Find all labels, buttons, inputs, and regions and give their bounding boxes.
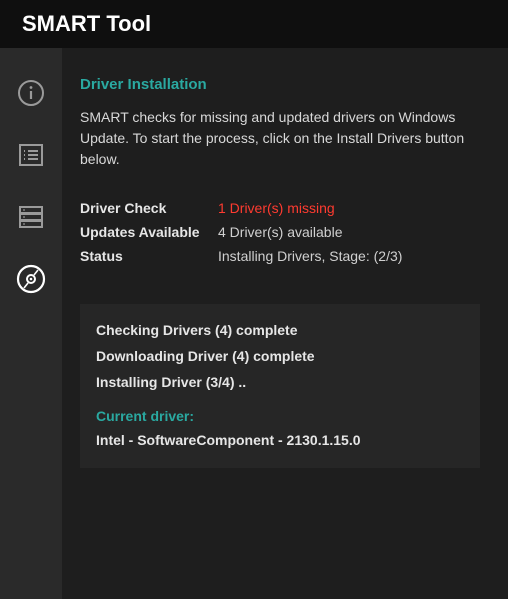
current-driver-value: Intel - SoftwareComponent - 2130.1.15.0	[96, 432, 464, 448]
info-icon	[16, 78, 46, 113]
description-text: SMART checks for missing and updated dri…	[80, 107, 480, 170]
sidebar-item-storage[interactable]	[14, 202, 48, 236]
driver-check-label: Driver Check	[80, 200, 218, 216]
storage-icon	[16, 202, 46, 237]
driver-check-value: 1 Driver(s) missing	[218, 200, 335, 216]
progress-block: Checking Drivers (4) complete Downloadin…	[80, 304, 480, 468]
section-title: Driver Installation	[80, 76, 480, 93]
status-label: Status	[80, 248, 218, 264]
status-row-updates: Updates Available 4 Driver(s) available	[80, 224, 480, 240]
sidebar	[0, 48, 62, 599]
status-value: Installing Drivers, Stage: (2/3)	[218, 248, 402, 264]
app-title: SMART Tool	[22, 11, 151, 37]
progress-checking: Checking Drivers (4) complete	[96, 322, 464, 338]
main-content: Driver Installation SMART checks for mis…	[62, 48, 508, 599]
updates-value: 4 Driver(s) available	[218, 224, 342, 240]
list-icon	[16, 140, 46, 175]
body: Driver Installation SMART checks for mis…	[0, 48, 508, 599]
disc-icon	[15, 263, 47, 300]
titlebar: SMART Tool	[0, 0, 508, 48]
sidebar-item-drivers[interactable]	[14, 264, 48, 298]
progress-installing: Installing Driver (3/4) ..	[96, 374, 464, 390]
sidebar-item-list[interactable]	[14, 140, 48, 174]
status-table: Driver Check 1 Driver(s) missing Updates…	[80, 200, 480, 264]
progress-downloading: Downloading Driver (4) complete	[96, 348, 464, 364]
sidebar-item-info[interactable]	[14, 78, 48, 112]
updates-label: Updates Available	[80, 224, 218, 240]
status-row-driver-check: Driver Check 1 Driver(s) missing	[80, 200, 480, 216]
current-driver-label: Current driver:	[96, 408, 464, 424]
status-row-status: Status Installing Drivers, Stage: (2/3)	[80, 248, 480, 264]
